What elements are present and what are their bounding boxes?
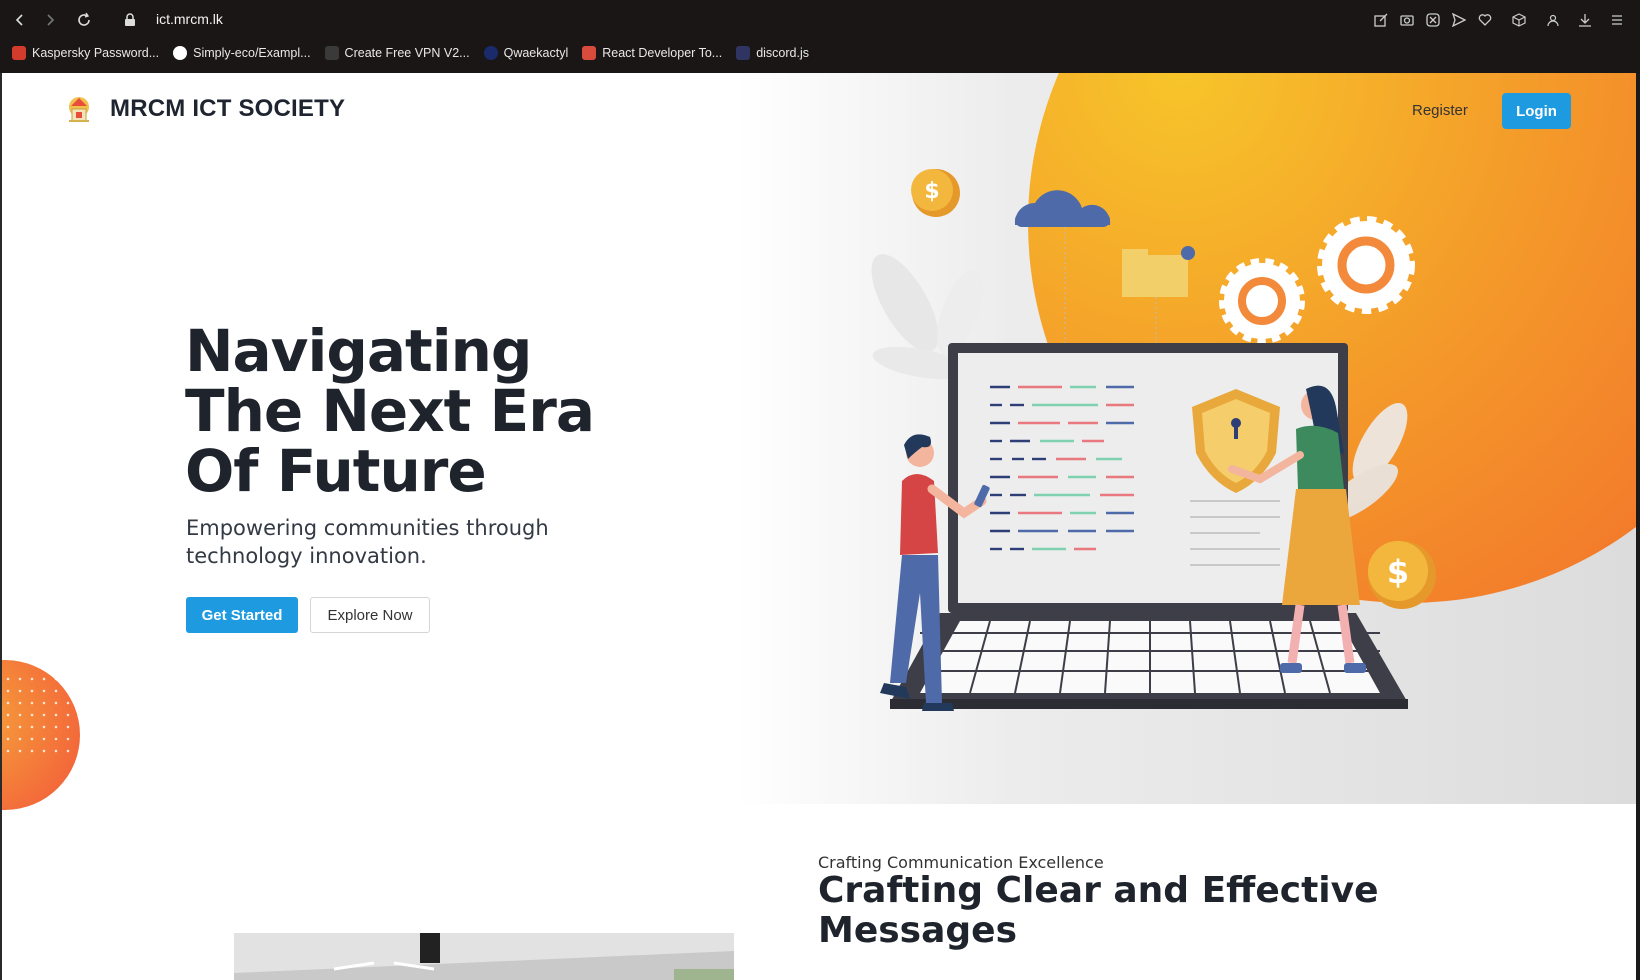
section-title: Crafting Clear and Effective Messages: [818, 870, 1379, 951]
bookmark-item[interactable]: Kaspersky Password...: [12, 46, 159, 60]
coin-icon: $: [1368, 541, 1436, 609]
bookmark-item[interactable]: discord.js: [736, 46, 809, 60]
register-link[interactable]: Register: [1412, 102, 1468, 119]
back-icon[interactable]: [10, 10, 30, 30]
x-circle-icon[interactable]: [1424, 11, 1442, 29]
headline-line: Of Future: [185, 437, 487, 505]
get-started-button[interactable]: Get Started: [186, 597, 298, 633]
github-icon: [173, 46, 188, 60]
hero-subtitle: Empowering communities through technolog…: [186, 516, 549, 568]
browser-chrome: ict.mrcm.lk Kaspersky Password... Simply…: [0, 0, 1640, 73]
react-devtools-icon: [582, 46, 597, 60]
bookmark-item[interactable]: React Developer To...: [582, 46, 722, 60]
lock-icon: [124, 12, 136, 31]
svg-text:$: $: [924, 179, 939, 204]
svg-text:$: $: [1387, 553, 1409, 591]
gear-icon: [1219, 258, 1305, 344]
vpn-icon: [324, 46, 339, 60]
heart-icon[interactable]: [1476, 11, 1494, 29]
bookmark-item[interactable]: Create Free VPN V2...: [324, 46, 470, 60]
hero-illustration: $ $: [871, 169, 1436, 711]
discordjs-icon: [736, 46, 751, 60]
decorative-dot-pattern: [2, 673, 78, 753]
explore-now-button[interactable]: Explore Now: [310, 597, 430, 633]
hero-headline: Navigating The Next Era Of Future: [185, 321, 605, 501]
hero-section: MRCM ICT SOCIETY Register Login Navigati…: [0, 73, 1636, 804]
edit-icon[interactable]: [1372, 11, 1390, 29]
classroom-photo: [234, 933, 734, 980]
headline-line: Navigating: [185, 317, 532, 385]
bookmark-item[interactable]: Simply-eco/Exampl...: [173, 46, 311, 60]
address-bar[interactable]: ict.mrcm.lk: [156, 11, 223, 27]
cube-icon[interactable]: [1510, 11, 1528, 29]
gear-icon: [1317, 216, 1415, 314]
download-icon[interactable]: [1576, 11, 1594, 29]
camera-icon[interactable]: [1398, 11, 1416, 29]
forward-icon[interactable]: [40, 10, 60, 30]
headline-line: The Next Era: [185, 377, 595, 445]
qwaekactyl-icon: [483, 46, 498, 60]
coin-icon: $: [911, 169, 960, 217]
profile-icon[interactable]: [1544, 11, 1562, 29]
window-border: [0, 73, 2, 980]
menu-icon[interactable]: [1608, 11, 1626, 29]
reload-icon[interactable]: [74, 10, 94, 30]
kaspersky-icon: [12, 46, 26, 60]
society-logo-icon[interactable]: [62, 93, 96, 127]
send-icon[interactable]: [1450, 11, 1468, 29]
folder-icon: [1122, 246, 1195, 343]
page-content: MRCM ICT SOCIETY Register Login Navigati…: [0, 73, 1640, 980]
bookmark-item[interactable]: Qwaekactyl: [483, 46, 568, 60]
brand-name[interactable]: MRCM ICT SOCIETY: [110, 95, 345, 123]
cloud-icon: [1014, 190, 1111, 343]
login-button[interactable]: Login: [1502, 93, 1571, 129]
window-border: [1636, 73, 1640, 980]
bookmarks-bar: Kaspersky Password... Simply-eco/Exampl.…: [12, 43, 809, 63]
